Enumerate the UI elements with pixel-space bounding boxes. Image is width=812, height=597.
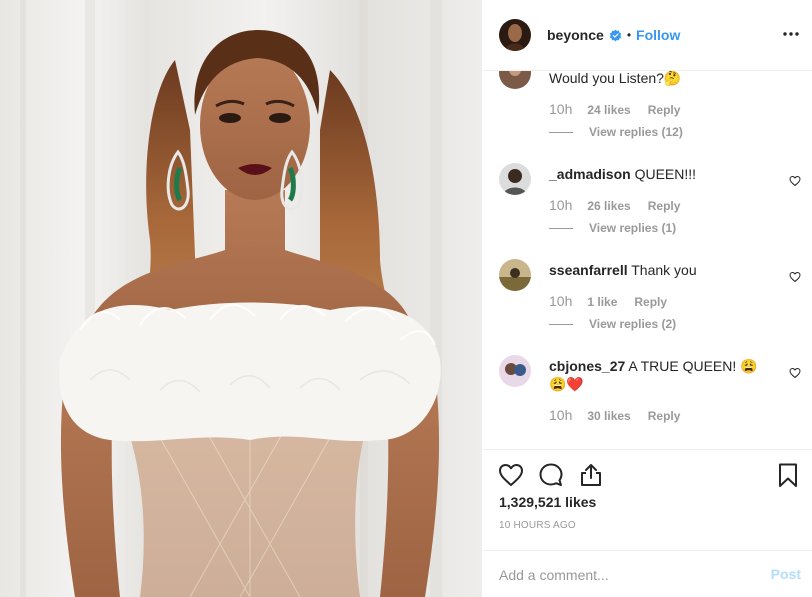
comments-list[interactable]: Would you Listen?🤔 10h 24 likes Reply Vi…: [482, 71, 812, 449]
comment-like-icon[interactable]: [789, 367, 801, 379]
comment-likes[interactable]: 30 likes: [587, 409, 630, 423]
post-comment-button[interactable]: Post: [771, 566, 801, 582]
view-replies-button[interactable]: View replies (2): [549, 317, 676, 331]
header-separator: •: [626, 28, 632, 42]
comment-like-icon[interactable]: [789, 175, 801, 187]
comment-meta: 10h 1 like Reply: [549, 293, 667, 309]
comment-body: Would you Listen?🤔: [549, 71, 682, 86]
comment-time[interactable]: 10h: [549, 407, 572, 423]
view-replies-label[interactable]: View replies (1): [589, 221, 676, 235]
likes-count[interactable]: 1,329,521 likes: [499, 494, 596, 510]
post-header: beyonce • Follow: [482, 0, 812, 71]
commenter-username[interactable]: sseanfarrell: [549, 262, 628, 278]
commenter-username[interactable]: cbjones_27: [549, 358, 625, 374]
view-replies-button[interactable]: View replies (12): [549, 125, 683, 139]
comment-body: QUEEN!!!: [634, 166, 697, 182]
comment-time[interactable]: 10h: [549, 101, 572, 117]
comment-text: sseanfarrell Thank you: [549, 261, 764, 279]
add-comment-section: Post: [482, 550, 812, 597]
comment-meta: 10h 24 likes Reply: [549, 101, 680, 117]
comment-text: cbjones_27 A TRUE QUEEN! 😩😩❤️: [549, 357, 764, 393]
commenter-username[interactable]: _admadison: [549, 166, 631, 182]
comment-body: Thank you: [631, 262, 697, 278]
author-username[interactable]: beyonce: [547, 27, 604, 43]
comment-icon[interactable]: [538, 462, 564, 488]
post-timestamp[interactable]: 10 HOURS AGO: [499, 520, 576, 531]
heart-icon[interactable]: [498, 462, 524, 488]
share-icon[interactable]: [578, 462, 604, 488]
view-replies-label[interactable]: View replies (2): [589, 317, 676, 331]
commenter-avatar[interactable]: [499, 259, 531, 291]
verified-badge-icon: [609, 29, 621, 41]
post-side-panel: beyonce • Follow Would you Listen?🤔 10h …: [481, 0, 812, 597]
comment-text: _admadison QUEEN!!!: [549, 165, 764, 183]
more-options-icon[interactable]: [781, 24, 801, 44]
post-image[interactable]: [0, 0, 481, 597]
comment-like-icon[interactable]: [789, 271, 801, 283]
replies-divider: [549, 227, 573, 229]
comment-meta: 10h 26 likes Reply: [549, 197, 680, 213]
view-replies-button[interactable]: View replies (1): [549, 221, 676, 235]
comment-time[interactable]: 10h: [549, 197, 572, 213]
reply-button[interactable]: Reply: [648, 199, 681, 213]
comment-likes[interactable]: 26 likes: [587, 199, 630, 213]
commenter-avatar[interactable]: [499, 163, 531, 195]
comment-meta: 10h 30 likes Reply: [549, 407, 680, 423]
add-comment-input[interactable]: [499, 565, 749, 585]
reply-button[interactable]: Reply: [648, 409, 681, 423]
reply-button[interactable]: Reply: [648, 103, 681, 117]
commenter-avatar[interactable]: [499, 71, 531, 89]
author-avatar[interactable]: [499, 19, 531, 51]
replies-divider: [549, 131, 573, 133]
post-photo-illustration: [20, 0, 442, 597]
reply-button[interactable]: Reply: [634, 295, 667, 309]
bookmark-icon[interactable]: [775, 462, 801, 488]
view-replies-label[interactable]: View replies (12): [589, 125, 683, 139]
comment-text: Would you Listen?🤔: [549, 71, 764, 87]
commenter-avatar[interactable]: [499, 355, 531, 387]
comment-time[interactable]: 10h: [549, 293, 572, 309]
comment-likes[interactable]: 24 likes: [587, 103, 630, 117]
follow-button[interactable]: Follow: [636, 27, 680, 43]
replies-divider: [549, 323, 573, 325]
comment-likes[interactable]: 1 like: [587, 295, 617, 309]
